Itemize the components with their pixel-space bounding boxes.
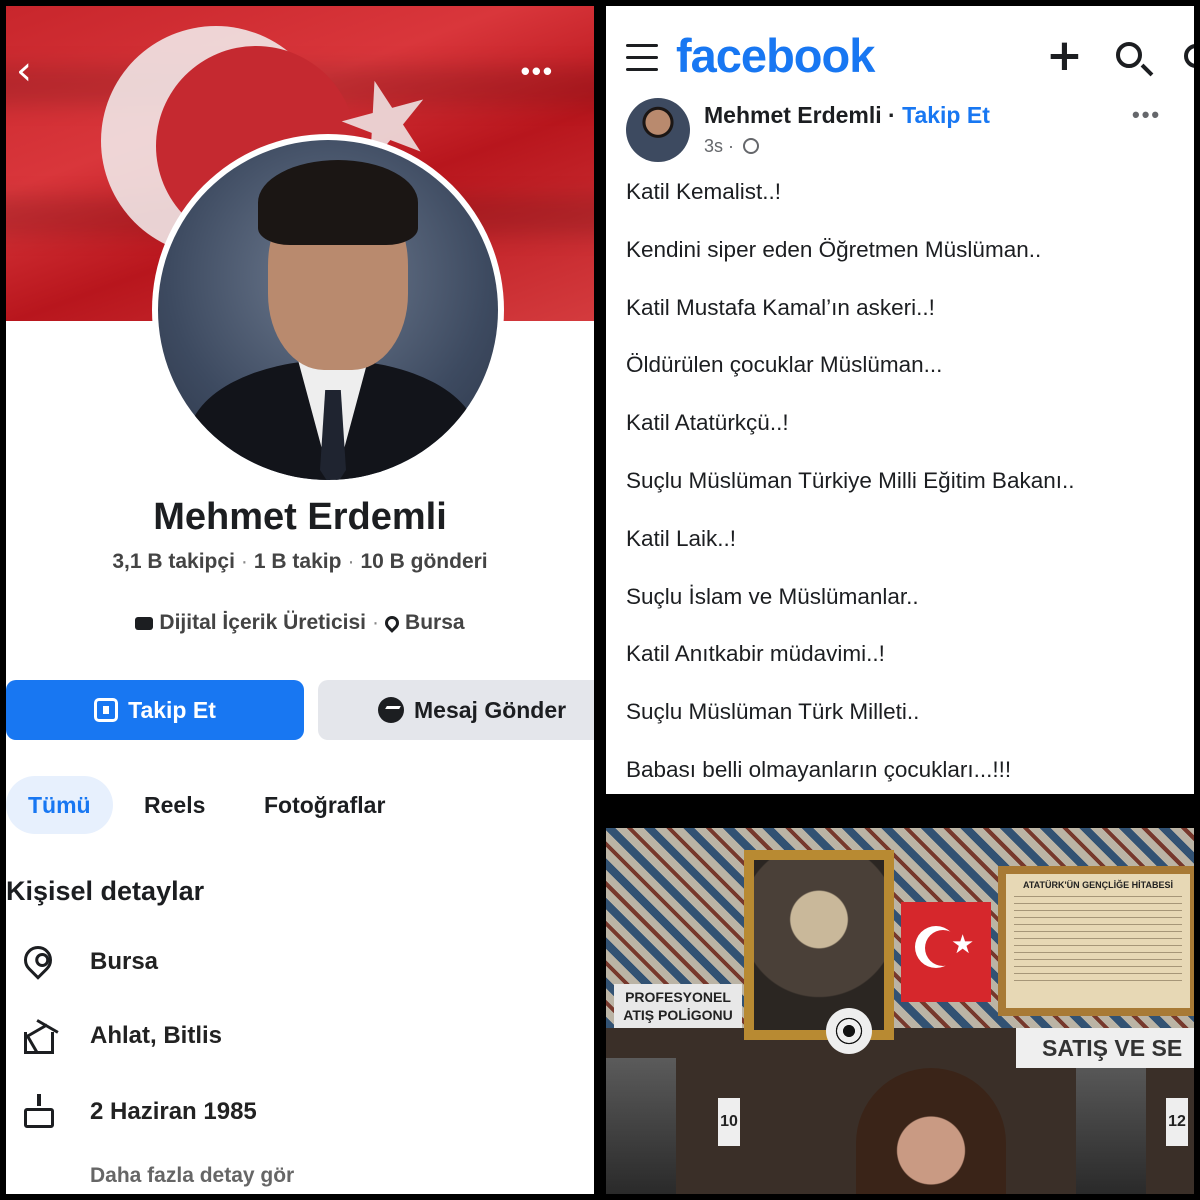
followers-count[interactable]: 3,1 B takipçi: [112, 550, 235, 573]
post-body: Katil Kemalist..! Kendini siper eden Öğr…: [626, 174, 1186, 794]
menu-icon[interactable]: [626, 44, 658, 72]
detail-text: Bursa: [90, 948, 159, 975]
lane-number: 10: [718, 1098, 740, 1146]
profile-avatar[interactable]: [158, 140, 498, 480]
tab-reels[interactable]: Reels: [144, 776, 205, 834]
post-line: Suçlu İslam ve Müslümanlar..: [626, 583, 919, 609]
tab-photos[interactable]: Fotoğraflar: [264, 776, 385, 834]
turkish-flag: ★: [901, 902, 991, 1002]
post-line: Katil Atatürkçü..!: [626, 410, 789, 436]
post-author-avatar[interactable]: [626, 98, 690, 162]
profile-tabs: Tümü Reels Fotoğraflar: [6, 776, 594, 836]
person: [856, 1068, 1006, 1194]
following-count[interactable]: 1 B takip: [254, 550, 342, 573]
lane-number: 12: [1166, 1098, 1188, 1146]
facebook-logo[interactable]: facebook: [676, 28, 875, 83]
post-line: Katil Laik..!: [626, 525, 737, 551]
profile-meta: Dijital İçerik Üreticisi · Bursa: [6, 611, 594, 635]
shooting-lane: [606, 1058, 676, 1194]
plus-icon[interactable]: +: [1046, 30, 1083, 81]
message-button-label: Mesaj Gönder: [414, 696, 567, 723]
hitabe-frame: ATATÜRK'ÜN GENÇLİĞE HİTABESİ: [998, 866, 1194, 1016]
search-icon[interactable]: [1116, 42, 1142, 68]
post-timestamp: 3s ·: [704, 136, 760, 157]
post-author-name[interactable]: Mehmet Erdemli: [704, 102, 882, 128]
tab-all[interactable]: Tümü: [6, 776, 113, 834]
detail-row-location: Bursa: [6, 940, 594, 984]
detail-row-hometown: Ahlat, Bitlis: [6, 1018, 594, 1058]
post-follow-link[interactable]: Takip Et: [902, 102, 990, 128]
location-pin-icon: [382, 613, 402, 634]
profile-name: Mehmet Erdemli: [153, 496, 447, 538]
profile-location: Bursa: [405, 611, 465, 634]
post-line: Suçlu Müslüman Türk Milleti..: [626, 699, 920, 725]
profile-category: Dijital İçerik Üreticisi: [159, 611, 367, 634]
briefcase-icon: [135, 616, 154, 630]
post-line: Suçlu Müslüman Türkiye Milli Eğitim Baka…: [626, 467, 1075, 493]
detail-row-birthday: 2 Haziran 1985: [6, 1094, 594, 1134]
post-time[interactable]: 3s: [704, 136, 723, 156]
post-line: Katil Anıtkabir müdavimi..!: [626, 641, 885, 667]
portrait-frame: [744, 850, 894, 1040]
follow-button-label: Takip Et: [128, 696, 216, 723]
poligon-sign: PROFESYONEL ATIŞ POLİGONU: [614, 984, 742, 1028]
home-icon: [20, 1018, 59, 1054]
birthday-cake-icon: [20, 1094, 56, 1130]
follow-button[interactable]: Takip Et: [6, 680, 304, 740]
post-line: Babası belli olmayanların çocukları...!!…: [626, 756, 1012, 782]
hitabe-title: ATATÜRK'ÜN GENÇLİĞE HİTABESİ: [1023, 880, 1173, 890]
profile-panel: ★ ‹ ••• Mehmet Erdemli 3,1 B takipçi · 1 B…: [6, 6, 594, 1194]
post-line: Öldürülen çocuklar Müslüman...: [626, 352, 943, 378]
more-details-link[interactable]: Daha fazla detay gör: [90, 1164, 294, 1188]
messenger-icon: [378, 697, 404, 723]
sales-sign: SATIŞ VE SE: [1016, 1028, 1194, 1068]
post-header: Mehmet Erdemli · Takip Et: [704, 102, 990, 128]
detail-text: 2 Haziran 1985: [90, 1098, 257, 1125]
message-button[interactable]: Mesaj Gönder: [318, 680, 594, 740]
post-panel: facebook + Mehmet Erdemli · Takip Et 3s …: [606, 6, 1194, 794]
back-arrow-icon[interactable]: ‹: [16, 48, 32, 94]
follow-icon: [94, 698, 119, 722]
post-line: Katil Kemalist..!: [626, 179, 782, 204]
details-title: Kişisel detaylar: [6, 876, 205, 906]
shooting-range-photo: ★ ATATÜRK'ÜN GENÇLİĞE HİTABESİ PROFESYON…: [606, 828, 1194, 1194]
detail-text: Ahlat, Bitlis: [90, 1022, 223, 1049]
posts-count: 10 B gönderi: [360, 550, 488, 573]
profile-icon[interactable]: [1184, 44, 1194, 68]
globe-icon: [743, 138, 760, 154]
more-options-icon[interactable]: •••: [521, 56, 554, 87]
shooting-lane: [1076, 1058, 1146, 1194]
post-line: Katil Mustafa Kamal’ın askeri..!: [626, 294, 935, 320]
more-options-icon[interactable]: •••: [1132, 102, 1161, 128]
location-pin-icon: [18, 940, 58, 980]
post-line: Kendini siper eden Öğretmen Müslüman..: [626, 236, 1042, 262]
profile-stats: 3,1 B takipçi · 1 B takip · 10 B gönderi: [112, 550, 488, 573]
shooting-target: [826, 1008, 872, 1054]
